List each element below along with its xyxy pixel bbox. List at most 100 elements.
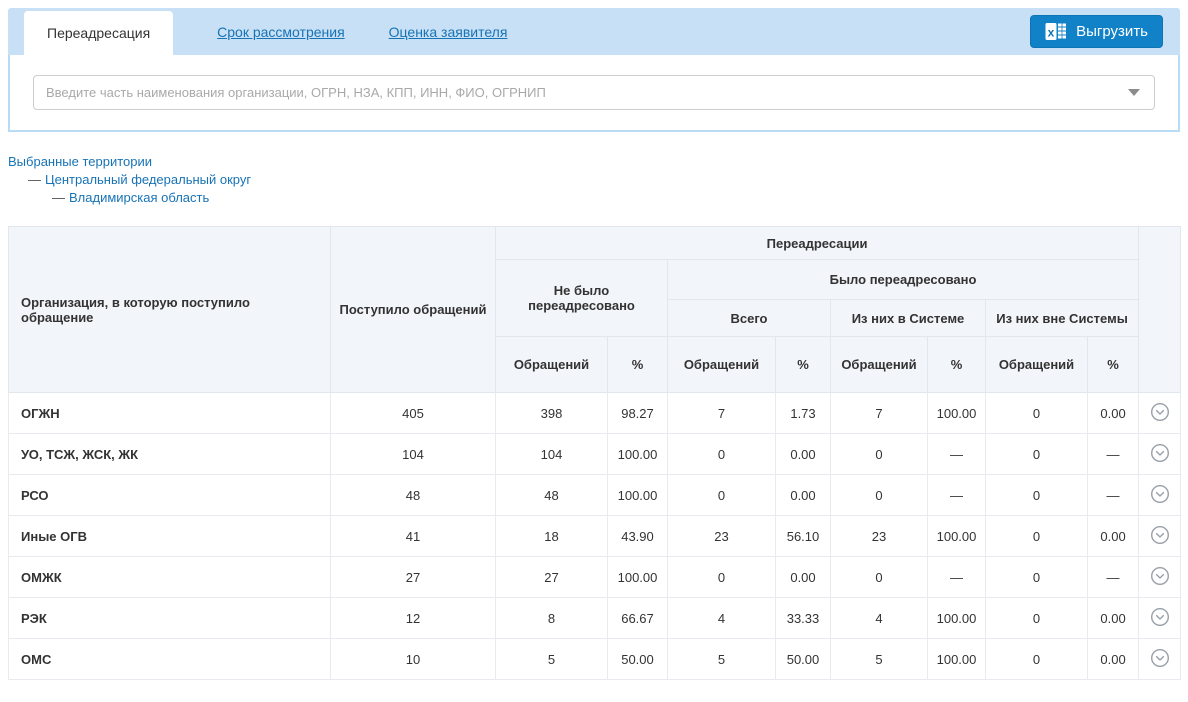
value-cell: 23 <box>668 516 776 557</box>
export-button[interactable]: x Выгрузить <box>1030 15 1163 48</box>
tree-dash: — <box>28 172 41 187</box>
value-cell: 0 <box>986 639 1088 680</box>
value-cell: 0.00 <box>1088 639 1139 680</box>
value-cell: — <box>928 557 986 598</box>
value-cell: 0 <box>831 475 928 516</box>
expand-row-button[interactable] <box>1150 484 1170 507</box>
redirections-table: Организация, в которую поступило обращен… <box>8 226 1181 680</box>
value-cell: 10 <box>331 639 496 680</box>
value-cell: 5 <box>496 639 608 680</box>
value-cell: — <box>928 475 986 516</box>
value-cell: 0 <box>668 557 776 598</box>
value-cell: 66.67 <box>608 598 668 639</box>
chevron-down-icon <box>1150 648 1170 671</box>
value-cell: 100.00 <box>608 434 668 475</box>
expand-row-button[interactable] <box>1150 648 1170 671</box>
value-cell: 33.33 <box>776 598 831 639</box>
value-cell: 48 <box>496 475 608 516</box>
expand-row-button[interactable] <box>1150 566 1170 589</box>
tab-pereadresaciya[interactable]: Переадресация <box>24 11 173 55</box>
row-actions-cell <box>1139 516 1181 557</box>
chevron-down-icon <box>1150 566 1170 589</box>
expand-row-button[interactable] <box>1150 443 1170 466</box>
svg-text:x: x <box>1048 26 1055 40</box>
organization-name-cell: РЭК <box>9 598 331 639</box>
value-cell: 98.27 <box>608 393 668 434</box>
territories-title: Выбранные территории <box>8 153 1180 171</box>
chevron-down-icon <box>1150 525 1170 548</box>
value-cell: 0 <box>668 475 776 516</box>
value-cell: 104 <box>496 434 608 475</box>
value-cell: 0 <box>831 434 928 475</box>
row-actions-cell <box>1139 557 1181 598</box>
organization-name-cell: РСО <box>9 475 331 516</box>
col-header-out-system: Из них вне Системы <box>986 300 1139 337</box>
territory-link[interactable]: Центральный федеральный округ <box>45 172 251 187</box>
selected-territories: Выбранные территории — Центральный федера… <box>8 153 1180 207</box>
chevron-down-icon <box>1150 484 1170 507</box>
row-actions-cell <box>1139 434 1181 475</box>
value-cell: 100.00 <box>928 516 986 557</box>
value-cell: 56.10 <box>776 516 831 557</box>
value-cell: 100.00 <box>608 557 668 598</box>
organization-search-input[interactable] <box>33 75 1155 110</box>
value-cell: 398 <box>496 393 608 434</box>
expand-row-button[interactable] <box>1150 607 1170 630</box>
table-row: РЭК12866.67433.334100.0000.00 <box>9 598 1181 639</box>
filter-panel <box>8 55 1180 132</box>
value-cell: 0 <box>986 393 1088 434</box>
territory-item-federal-district: — Центральный федеральный округ <box>8 171 1180 189</box>
row-actions-cell <box>1139 475 1181 516</box>
table-row: УО, ТСЖ, ЖСК, ЖК104104100.0000.000—0— <box>9 434 1181 475</box>
col-header-total: Всего <box>668 300 831 337</box>
value-cell: 100.00 <box>928 598 986 639</box>
value-cell: 0 <box>986 557 1088 598</box>
territory-link[interactable]: Владимирская область <box>69 190 209 205</box>
value-cell: 48 <box>331 475 496 516</box>
value-cell: 104 <box>331 434 496 475</box>
value-cell: 5 <box>831 639 928 680</box>
col-header-redirections-group: Переадресации <box>496 227 1139 260</box>
value-cell: 0 <box>668 434 776 475</box>
col-header-appeals: Обращений <box>668 337 776 393</box>
chevron-down-icon <box>1150 607 1170 630</box>
organization-name-cell: Иные ОГВ <box>9 516 331 557</box>
col-header-actions <box>1139 227 1181 393</box>
organization-name-cell: ОМС <box>9 639 331 680</box>
value-cell: 7 <box>831 393 928 434</box>
col-header-forwarded: Было переадресовано <box>668 260 1139 300</box>
tab-ocenka-zayavitelya[interactable]: Оценка заявителя <box>389 8 508 55</box>
value-cell: 8 <box>496 598 608 639</box>
table-row: ОМС10550.00550.005100.0000.00 <box>9 639 1181 680</box>
table-row: ОМЖК2727100.0000.000—0— <box>9 557 1181 598</box>
expand-row-button[interactable] <box>1150 402 1170 425</box>
col-header-percent: % <box>1088 337 1139 393</box>
tab-srok-rassmotreniya[interactable]: Срок рассмотрения <box>217 8 345 55</box>
col-header-percent: % <box>776 337 831 393</box>
tab-bar: Переадресация Срок рассмотрения Оценка з… <box>8 8 1180 55</box>
col-header-organization: Организация, в которую поступило обращен… <box>9 227 331 393</box>
chevron-down-icon <box>1150 402 1170 425</box>
chevron-down-icon <box>1150 443 1170 466</box>
value-cell: 0 <box>986 516 1088 557</box>
territory-item-region: —Владимирская область <box>8 189 1180 207</box>
value-cell: — <box>1088 475 1139 516</box>
value-cell: 4 <box>831 598 928 639</box>
expand-row-button[interactable] <box>1150 525 1170 548</box>
table-header: Организация, в которую поступило обращен… <box>9 227 1181 393</box>
value-cell: 0.00 <box>1088 393 1139 434</box>
table-row: Иные ОГВ411843.902356.1023100.0000.00 <box>9 516 1181 557</box>
export-button-label: Выгрузить <box>1076 23 1148 40</box>
page: Переадресация Срок рассмотрения Оценка з… <box>0 0 1188 688</box>
value-cell: 100.00 <box>928 393 986 434</box>
value-cell: 50.00 <box>776 639 831 680</box>
table-row: ОГЖН40539898.2771.737100.0000.00 <box>9 393 1181 434</box>
dropdown-caret-icon[interactable] <box>1128 89 1140 96</box>
value-cell: 1.73 <box>776 393 831 434</box>
value-cell: 100.00 <box>608 475 668 516</box>
value-cell: 18 <box>496 516 608 557</box>
organization-name-cell: ОГЖН <box>9 393 331 434</box>
value-cell: — <box>1088 557 1139 598</box>
value-cell: 43.90 <box>608 516 668 557</box>
table-body: ОГЖН40539898.2771.737100.0000.00УО, ТСЖ,… <box>9 393 1181 680</box>
